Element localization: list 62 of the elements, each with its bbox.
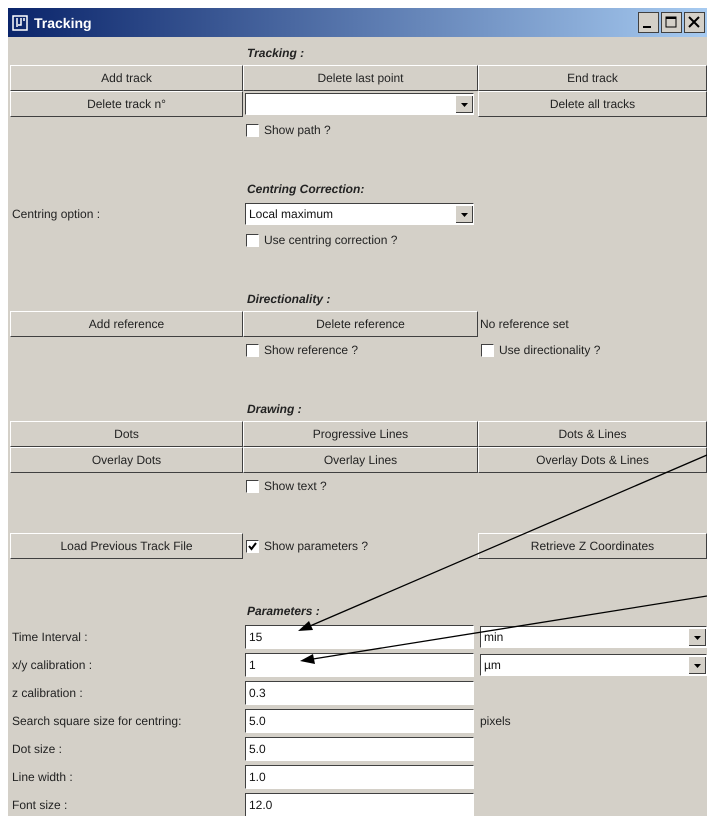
label: Time Interval : xyxy=(11,630,88,644)
button[interactable]: Delete track n° xyxy=(10,91,243,117)
section-heading: Parameters : xyxy=(246,604,320,618)
label: Search square size for centring: xyxy=(11,714,182,728)
button[interactable]: Load Previous Track File xyxy=(10,533,243,559)
button[interactable]: Overlay Dots xyxy=(10,447,243,473)
window-title: Tracking xyxy=(34,14,93,30)
checkbox[interactable] xyxy=(246,480,259,492)
button[interactable]: Progressive Lines xyxy=(243,421,478,447)
checkbox[interactable] xyxy=(246,344,259,356)
button[interactable]: Delete last point xyxy=(243,65,478,91)
label: z calibration : xyxy=(11,686,83,700)
input-field[interactable]: 1.0 xyxy=(245,765,474,789)
dropdown-arrow-icon[interactable] xyxy=(689,656,706,674)
checkbox[interactable] xyxy=(246,540,259,552)
checkbox-label: Use centring correction ? xyxy=(264,233,398,247)
checkbox[interactable] xyxy=(481,344,494,356)
label: x/y calibration : xyxy=(11,658,92,672)
checkbox-label: Show path ? xyxy=(264,123,331,137)
checkbox-label: Show reference ? xyxy=(264,343,358,357)
label: Line width : xyxy=(11,770,73,784)
button[interactable]: Overlay Dots & Lines xyxy=(478,447,707,473)
input-field[interactable]: 12.0 xyxy=(245,793,474,816)
label: Centring option : xyxy=(11,207,100,221)
dropdown-arrow-icon[interactable] xyxy=(456,206,473,222)
dropdown-arrow-icon[interactable] xyxy=(689,628,706,646)
close-icon[interactable] xyxy=(684,12,705,33)
section-heading: Drawing : xyxy=(246,402,302,416)
button[interactable]: Add track xyxy=(10,65,243,91)
label: pixels xyxy=(479,714,511,728)
dropdown[interactable] xyxy=(245,93,474,115)
dropdown[interactable]: µm xyxy=(480,654,707,676)
button[interactable]: End track xyxy=(478,65,707,91)
button[interactable]: Overlay Lines xyxy=(243,447,478,473)
app-icon xyxy=(12,14,28,30)
input-field[interactable]: 5.0 xyxy=(245,737,474,761)
dropdown[interactable]: min xyxy=(480,626,707,648)
input-field[interactable]: 0.3 xyxy=(245,681,474,705)
button[interactable]: Delete all tracks xyxy=(478,91,707,117)
checkbox-label: Show text ? xyxy=(264,479,327,493)
button[interactable]: Dots xyxy=(10,421,243,447)
button[interactable]: Retrieve Z Coordinates xyxy=(478,533,707,559)
checkbox[interactable] xyxy=(246,234,259,246)
section-heading: Directionality : xyxy=(246,292,330,306)
checkbox-label: Show parameters ? xyxy=(264,539,368,553)
button[interactable]: Add reference xyxy=(10,311,243,337)
input-field[interactable]: 15 xyxy=(245,625,474,649)
maximize-icon[interactable] xyxy=(661,12,682,33)
dropdown[interactable]: Local maximum xyxy=(245,203,474,225)
input-field[interactable]: 5.0 xyxy=(245,709,474,733)
input-field[interactable]: 1 xyxy=(245,653,474,677)
section-heading: Centring Correction: xyxy=(246,182,364,196)
label: Dot size : xyxy=(11,742,62,756)
checkbox[interactable] xyxy=(246,124,259,136)
section-heading: Tracking : xyxy=(246,46,304,60)
button[interactable]: Delete reference xyxy=(243,311,478,337)
dropdown-arrow-icon[interactable] xyxy=(456,96,473,112)
button[interactable]: Dots & Lines xyxy=(478,421,707,447)
label: No reference set xyxy=(479,317,569,331)
checkbox-label: Use directionality ? xyxy=(499,343,600,357)
minimize-icon[interactable] xyxy=(638,12,659,33)
label: Font size : xyxy=(11,798,68,812)
